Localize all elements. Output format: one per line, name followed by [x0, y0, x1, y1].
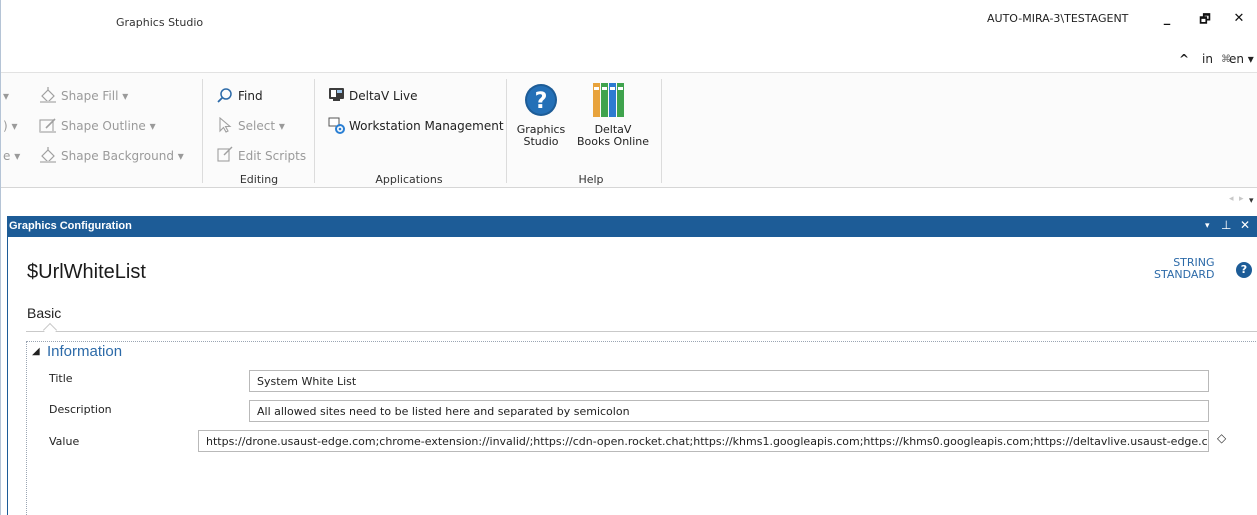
books-icon — [593, 83, 624, 117]
ribbon-fragment: e ▾ — [3, 149, 21, 163]
tab-underline — [26, 331, 1257, 332]
ribbon-scroll-right-icon[interactable]: ▸ — [1239, 194, 1244, 204]
panel-header: Graphics Configuration ▾ ⊥ ✕ — [7, 216, 1257, 237]
value-binding-icon[interactable]: ◇ — [1217, 431, 1226, 445]
collapse-section-icon[interactable]: ◢ — [32, 346, 40, 357]
shape-outline-button[interactable]: Shape Outline ▾ — [61, 119, 156, 133]
title-field[interactable]: System White List — [249, 370, 1209, 392]
shape-fill-button[interactable]: Shape Fill ▾ — [61, 89, 128, 103]
books-online-label-2: Books Online — [576, 135, 650, 148]
panel-close-icon[interactable]: ✕ — [1240, 218, 1250, 232]
ribbon-fragment: ▾ — [3, 89, 10, 103]
applications-group-label: Applications — [375, 173, 443, 186]
workstation-gear-icon — [328, 117, 345, 134]
deltav-books-online-button[interactable] — [591, 81, 627, 119]
description-field[interactable]: All allowed sites need to be listed here… — [249, 400, 1209, 422]
variable-name: $UrlWhiteList — [27, 261, 146, 283]
svg-text:?: ? — [535, 89, 548, 114]
help-circle-icon: ? — [525, 84, 557, 116]
pin-icon[interactable]: ⊥ — [1221, 218, 1231, 232]
restore-button[interactable]: 🗗 — [1193, 8, 1217, 30]
paint-bucket-icon — [40, 87, 56, 103]
help-icon[interactable]: ? — [1236, 262, 1252, 278]
close-button[interactable]: ✕ — [1227, 8, 1251, 30]
editing-group-label: Editing — [239, 173, 279, 186]
app-window: Graphics Studio AUTO-MIRA-3\TESTAGENT _ … — [0, 0, 1257, 515]
title-bar: Graphics Studio AUTO-MIRA-3\TESTAGENT _ … — [1, 0, 1257, 36]
configuration-panel: $UrlWhiteList STRING STANDARD ? Basic ◢ … — [7, 237, 1257, 515]
tab-indicator — [42, 322, 58, 338]
title-label: Title — [49, 372, 73, 385]
panel-title: Graphics Configuration — [9, 220, 132, 232]
ribbon-options-bar: ^ in ⌘ en ▾ — [1, 46, 1257, 70]
minimize-button[interactable]: _ — [1155, 8, 1179, 30]
help-group-label: Help — [578, 173, 604, 186]
description-label: Description — [49, 403, 112, 416]
section-title[interactable]: Information — [47, 343, 122, 360]
ribbon-divider — [202, 79, 203, 183]
pencil-outline-icon — [39, 118, 56, 133]
find-button[interactable]: Find — [238, 89, 263, 103]
value-label: Value — [49, 435, 80, 448]
graphics-studio-label-2: Studio — [523, 135, 559, 148]
in-button[interactable]: in — [1202, 52, 1213, 66]
paint-bucket-icon — [40, 147, 56, 163]
search-icon — [217, 88, 232, 103]
deltav-live-icon — [329, 88, 344, 101]
user-label: AUTO-MIRA-3\TESTAGENT — [987, 12, 1129, 25]
ribbon-divider — [314, 79, 315, 183]
edit-script-icon — [217, 146, 233, 162]
information-section: ◢ Information Title System White List De… — [26, 341, 1257, 515]
shape-background-button[interactable]: Shape Background ▾ — [61, 149, 184, 163]
variable-type-label: STRING STANDARD — [1154, 257, 1215, 281]
value-field[interactable]: https://drone.usaust-edge.com;chrome-ext… — [198, 430, 1209, 452]
ribbon-divider — [661, 79, 662, 183]
graphics-studio-help-button[interactable]: ? — [523, 82, 559, 118]
edit-scripts-button[interactable]: Edit Scripts — [238, 149, 306, 163]
cursor-icon — [219, 117, 232, 133]
ribbon-options-icon[interactable]: ▾ — [1249, 196, 1254, 206]
language-dropdown[interactable]: en ▾ — [1229, 52, 1254, 66]
ribbon-fragment: ) ▾ — [3, 119, 18, 133]
workstation-management-button[interactable]: Workstation Management — [349, 119, 504, 133]
ribbon-scroll-left-icon[interactable]: ◂ — [1229, 194, 1234, 204]
app-title: Graphics Studio — [116, 16, 204, 29]
tab-basic[interactable]: Basic — [27, 305, 61, 321]
ribbon-divider — [506, 79, 507, 183]
ribbon: ▾ ) ▾ e ▾ Shape Fill ▾ Shape Outline ▾ S… — [1, 72, 1257, 188]
select-button[interactable]: Select ▾ — [238, 119, 285, 133]
collapse-ribbon-icon[interactable]: ^ — [1179, 52, 1189, 66]
panel-menu-icon[interactable]: ▾ — [1205, 221, 1210, 231]
category-line: STANDARD — [1154, 268, 1215, 281]
deltav-live-button[interactable]: DeltaV Live — [349, 89, 418, 103]
